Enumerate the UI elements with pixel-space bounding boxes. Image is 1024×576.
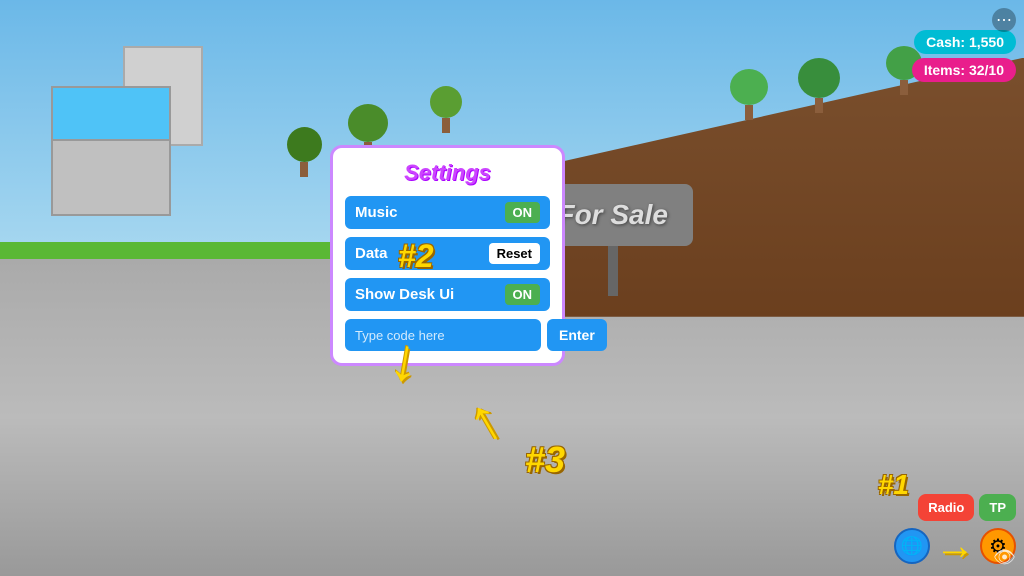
music-row: Music ON: [345, 196, 550, 229]
tree-4: [730, 69, 768, 120]
globe-icon[interactable]: 🌐: [894, 528, 930, 564]
sign-post: [608, 246, 618, 296]
show-desk-ui-toggle[interactable]: ON: [505, 284, 541, 305]
music-toggle[interactable]: ON: [505, 202, 541, 223]
tree-1: [287, 127, 322, 177]
radio-button[interactable]: Radio: [918, 494, 974, 521]
cash-badge: Cash: 1,550: [914, 30, 1016, 54]
code-row: Enter: [345, 319, 550, 351]
eye-icon: 👁: [993, 547, 1016, 568]
tree-5: [798, 58, 840, 113]
show-desk-ui-label: Show Desk Ui: [355, 286, 454, 303]
arrow-right-icon: →: [935, 526, 975, 566]
building-main: [51, 86, 171, 216]
tree-3: [430, 86, 462, 133]
data-reset-button[interactable]: Reset: [489, 243, 540, 264]
data-label: Data: [355, 245, 388, 262]
data-row: Data Reset: [345, 237, 550, 270]
settings-panel: Settings Music ON Data Reset Show Desk U…: [330, 145, 565, 366]
step2-label: #2: [398, 238, 434, 275]
items-badge: Items: 32/10: [912, 58, 1016, 82]
more-options-icon[interactable]: ⋯: [992, 8, 1016, 32]
enter-button[interactable]: Enter: [547, 319, 607, 351]
tp-button[interactable]: TP: [979, 494, 1016, 521]
step3-label: #3: [525, 439, 565, 481]
hud-panel: Cash: 1,550 Items: 32/10: [912, 30, 1016, 82]
music-label: Music: [355, 204, 398, 221]
settings-title: Settings: [345, 160, 550, 186]
code-input[interactable]: [345, 319, 541, 351]
show-desk-ui-row: Show Desk Ui ON: [345, 278, 550, 311]
hud-buttons: Radio TP: [918, 494, 1016, 521]
step1-label: #1: [878, 469, 909, 501]
